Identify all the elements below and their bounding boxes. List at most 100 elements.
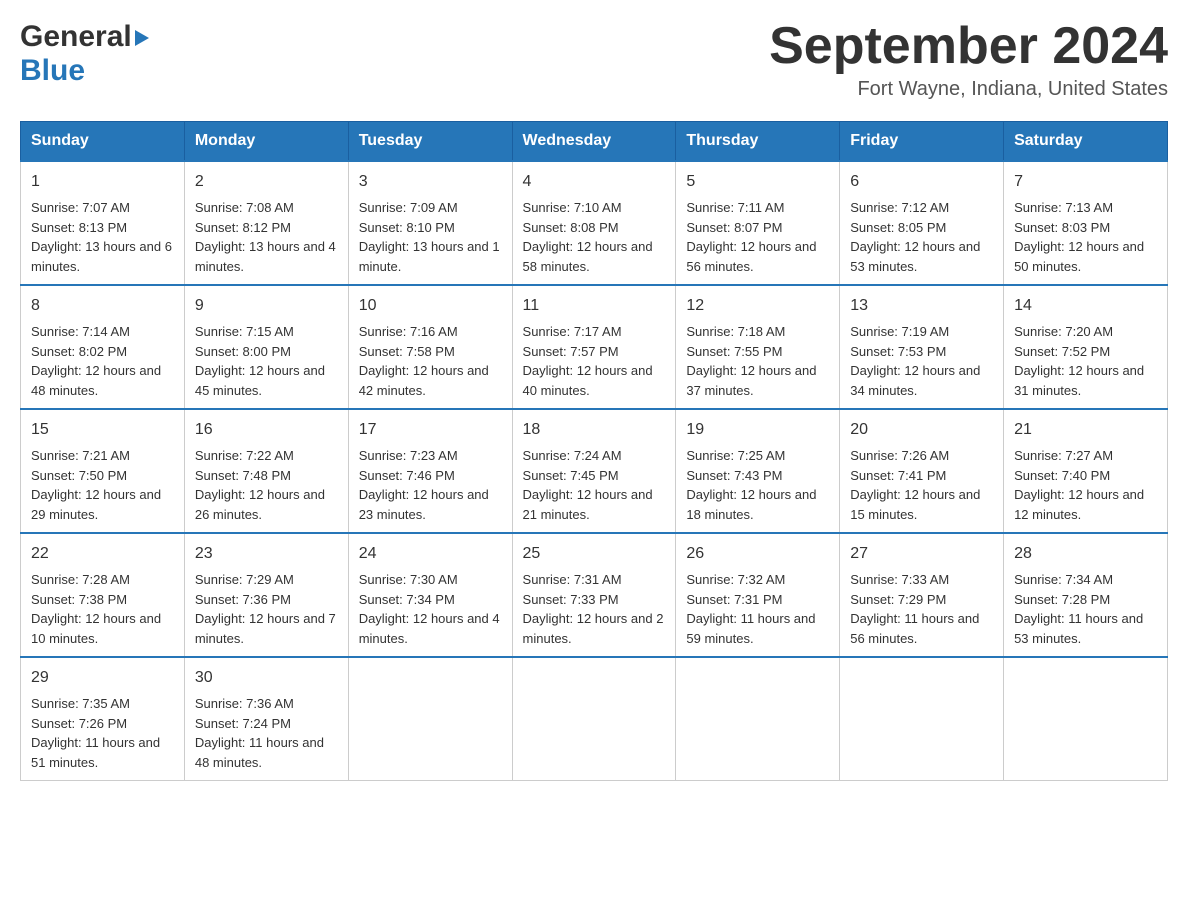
calendar-cell: 30 Sunrise: 7:36 AMSunset: 7:24 PMDaylig… <box>184 657 348 781</box>
day-info: Sunrise: 7:26 AMSunset: 7:41 PMDaylight:… <box>850 448 980 522</box>
day-number: 9 <box>195 294 338 318</box>
calendar-cell: 19 Sunrise: 7:25 AMSunset: 7:43 PMDaylig… <box>676 409 840 533</box>
logo: General Blue <box>20 20 149 88</box>
day-info: Sunrise: 7:16 AMSunset: 7:58 PMDaylight:… <box>359 324 489 398</box>
logo-blue-text: Blue <box>20 54 85 88</box>
day-info: Sunrise: 7:21 AMSunset: 7:50 PMDaylight:… <box>31 448 161 522</box>
calendar-week-row: 1 Sunrise: 7:07 AMSunset: 8:13 PMDayligh… <box>21 161 1168 285</box>
day-number: 1 <box>31 170 174 194</box>
day-number: 13 <box>850 294 993 318</box>
day-number: 26 <box>686 542 829 566</box>
calendar-cell: 1 Sunrise: 7:07 AMSunset: 8:13 PMDayligh… <box>21 161 185 285</box>
day-number: 4 <box>523 170 666 194</box>
calendar-cell: 22 Sunrise: 7:28 AMSunset: 7:38 PMDaylig… <box>21 533 185 657</box>
day-info: Sunrise: 7:27 AMSunset: 7:40 PMDaylight:… <box>1014 448 1144 522</box>
header-sunday: Sunday <box>21 122 185 162</box>
day-info: Sunrise: 7:32 AMSunset: 7:31 PMDaylight:… <box>686 572 815 646</box>
day-number: 11 <box>523 294 666 318</box>
day-info: Sunrise: 7:11 AMSunset: 8:07 PMDaylight:… <box>686 200 816 274</box>
day-number: 19 <box>686 418 829 442</box>
day-number: 29 <box>31 666 174 690</box>
location-title: Fort Wayne, Indiana, United States <box>769 78 1168 101</box>
calendar-cell: 12 Sunrise: 7:18 AMSunset: 7:55 PMDaylig… <box>676 285 840 409</box>
calendar-cell: 3 Sunrise: 7:09 AMSunset: 8:10 PMDayligh… <box>348 161 512 285</box>
day-info: Sunrise: 7:08 AMSunset: 8:12 PMDaylight:… <box>195 200 336 274</box>
day-info: Sunrise: 7:17 AMSunset: 7:57 PMDaylight:… <box>523 324 653 398</box>
day-info: Sunrise: 7:36 AMSunset: 7:24 PMDaylight:… <box>195 696 324 770</box>
day-info: Sunrise: 7:31 AMSunset: 7:33 PMDaylight:… <box>523 572 664 646</box>
calendar-cell: 20 Sunrise: 7:26 AMSunset: 7:41 PMDaylig… <box>840 409 1004 533</box>
day-info: Sunrise: 7:14 AMSunset: 8:02 PMDaylight:… <box>31 324 161 398</box>
day-info: Sunrise: 7:13 AMSunset: 8:03 PMDaylight:… <box>1014 200 1144 274</box>
calendar-cell: 24 Sunrise: 7:30 AMSunset: 7:34 PMDaylig… <box>348 533 512 657</box>
calendar-cell: 5 Sunrise: 7:11 AMSunset: 8:07 PMDayligh… <box>676 161 840 285</box>
day-info: Sunrise: 7:20 AMSunset: 7:52 PMDaylight:… <box>1014 324 1144 398</box>
calendar-cell: 11 Sunrise: 7:17 AMSunset: 7:57 PMDaylig… <box>512 285 676 409</box>
calendar-cell: 13 Sunrise: 7:19 AMSunset: 7:53 PMDaylig… <box>840 285 1004 409</box>
calendar-week-row: 22 Sunrise: 7:28 AMSunset: 7:38 PMDaylig… <box>21 533 1168 657</box>
day-info: Sunrise: 7:18 AMSunset: 7:55 PMDaylight:… <box>686 324 816 398</box>
day-number: 16 <box>195 418 338 442</box>
calendar-week-row: 29 Sunrise: 7:35 AMSunset: 7:26 PMDaylig… <box>21 657 1168 781</box>
calendar-cell: 17 Sunrise: 7:23 AMSunset: 7:46 PMDaylig… <box>348 409 512 533</box>
day-number: 23 <box>195 542 338 566</box>
calendar-week-row: 8 Sunrise: 7:14 AMSunset: 8:02 PMDayligh… <box>21 285 1168 409</box>
calendar-cell: 15 Sunrise: 7:21 AMSunset: 7:50 PMDaylig… <box>21 409 185 533</box>
month-title: September 2024 <box>769 20 1168 72</box>
day-info: Sunrise: 7:10 AMSunset: 8:08 PMDaylight:… <box>523 200 653 274</box>
calendar-cell: 6 Sunrise: 7:12 AMSunset: 8:05 PMDayligh… <box>840 161 1004 285</box>
calendar-cell: 25 Sunrise: 7:31 AMSunset: 7:33 PMDaylig… <box>512 533 676 657</box>
day-info: Sunrise: 7:15 AMSunset: 8:00 PMDaylight:… <box>195 324 325 398</box>
calendar-cell: 23 Sunrise: 7:29 AMSunset: 7:36 PMDaylig… <box>184 533 348 657</box>
calendar-week-row: 15 Sunrise: 7:21 AMSunset: 7:50 PMDaylig… <box>21 409 1168 533</box>
title-area: September 2024 Fort Wayne, Indiana, Unit… <box>769 20 1168 101</box>
calendar-cell: 4 Sunrise: 7:10 AMSunset: 8:08 PMDayligh… <box>512 161 676 285</box>
day-number: 7 <box>1014 170 1157 194</box>
day-info: Sunrise: 7:34 AMSunset: 7:28 PMDaylight:… <box>1014 572 1143 646</box>
calendar-cell: 29 Sunrise: 7:35 AMSunset: 7:26 PMDaylig… <box>21 657 185 781</box>
calendar-cell <box>840 657 1004 781</box>
day-info: Sunrise: 7:25 AMSunset: 7:43 PMDaylight:… <box>686 448 816 522</box>
logo-general-text: General <box>20 20 132 54</box>
logo-triangle-icon <box>135 30 149 46</box>
day-info: Sunrise: 7:23 AMSunset: 7:46 PMDaylight:… <box>359 448 489 522</box>
calendar-cell <box>1004 657 1168 781</box>
day-info: Sunrise: 7:12 AMSunset: 8:05 PMDaylight:… <box>850 200 980 274</box>
day-info: Sunrise: 7:24 AMSunset: 7:45 PMDaylight:… <box>523 448 653 522</box>
header-friday: Friday <box>840 122 1004 162</box>
day-number: 3 <box>359 170 502 194</box>
day-info: Sunrise: 7:29 AMSunset: 7:36 PMDaylight:… <box>195 572 336 646</box>
day-number: 22 <box>31 542 174 566</box>
calendar-cell: 18 Sunrise: 7:24 AMSunset: 7:45 PMDaylig… <box>512 409 676 533</box>
day-info: Sunrise: 7:30 AMSunset: 7:34 PMDaylight:… <box>359 572 500 646</box>
day-number: 30 <box>195 666 338 690</box>
day-info: Sunrise: 7:07 AMSunset: 8:13 PMDaylight:… <box>31 200 172 274</box>
header-tuesday: Tuesday <box>348 122 512 162</box>
day-number: 6 <box>850 170 993 194</box>
day-number: 21 <box>1014 418 1157 442</box>
calendar-cell: 9 Sunrise: 7:15 AMSunset: 8:00 PMDayligh… <box>184 285 348 409</box>
calendar-cell: 8 Sunrise: 7:14 AMSunset: 8:02 PMDayligh… <box>21 285 185 409</box>
day-number: 28 <box>1014 542 1157 566</box>
header-thursday: Thursday <box>676 122 840 162</box>
day-number: 14 <box>1014 294 1157 318</box>
day-number: 18 <box>523 418 666 442</box>
calendar-cell: 10 Sunrise: 7:16 AMSunset: 7:58 PMDaylig… <box>348 285 512 409</box>
calendar-cell: 7 Sunrise: 7:13 AMSunset: 8:03 PMDayligh… <box>1004 161 1168 285</box>
day-number: 17 <box>359 418 502 442</box>
header: General Blue September 2024 Fort Wayne, … <box>20 20 1168 101</box>
day-info: Sunrise: 7:09 AMSunset: 8:10 PMDaylight:… <box>359 200 500 274</box>
day-number: 20 <box>850 418 993 442</box>
day-number: 5 <box>686 170 829 194</box>
day-number: 8 <box>31 294 174 318</box>
calendar-cell <box>348 657 512 781</box>
calendar-cell: 21 Sunrise: 7:27 AMSunset: 7:40 PMDaylig… <box>1004 409 1168 533</box>
day-info: Sunrise: 7:22 AMSunset: 7:48 PMDaylight:… <box>195 448 325 522</box>
header-saturday: Saturday <box>1004 122 1168 162</box>
calendar-cell: 28 Sunrise: 7:34 AMSunset: 7:28 PMDaylig… <box>1004 533 1168 657</box>
day-info: Sunrise: 7:35 AMSunset: 7:26 PMDaylight:… <box>31 696 160 770</box>
day-number: 25 <box>523 542 666 566</box>
day-info: Sunrise: 7:28 AMSunset: 7:38 PMDaylight:… <box>31 572 161 646</box>
calendar-table: SundayMondayTuesdayWednesdayThursdayFrid… <box>20 121 1168 781</box>
header-monday: Monday <box>184 122 348 162</box>
